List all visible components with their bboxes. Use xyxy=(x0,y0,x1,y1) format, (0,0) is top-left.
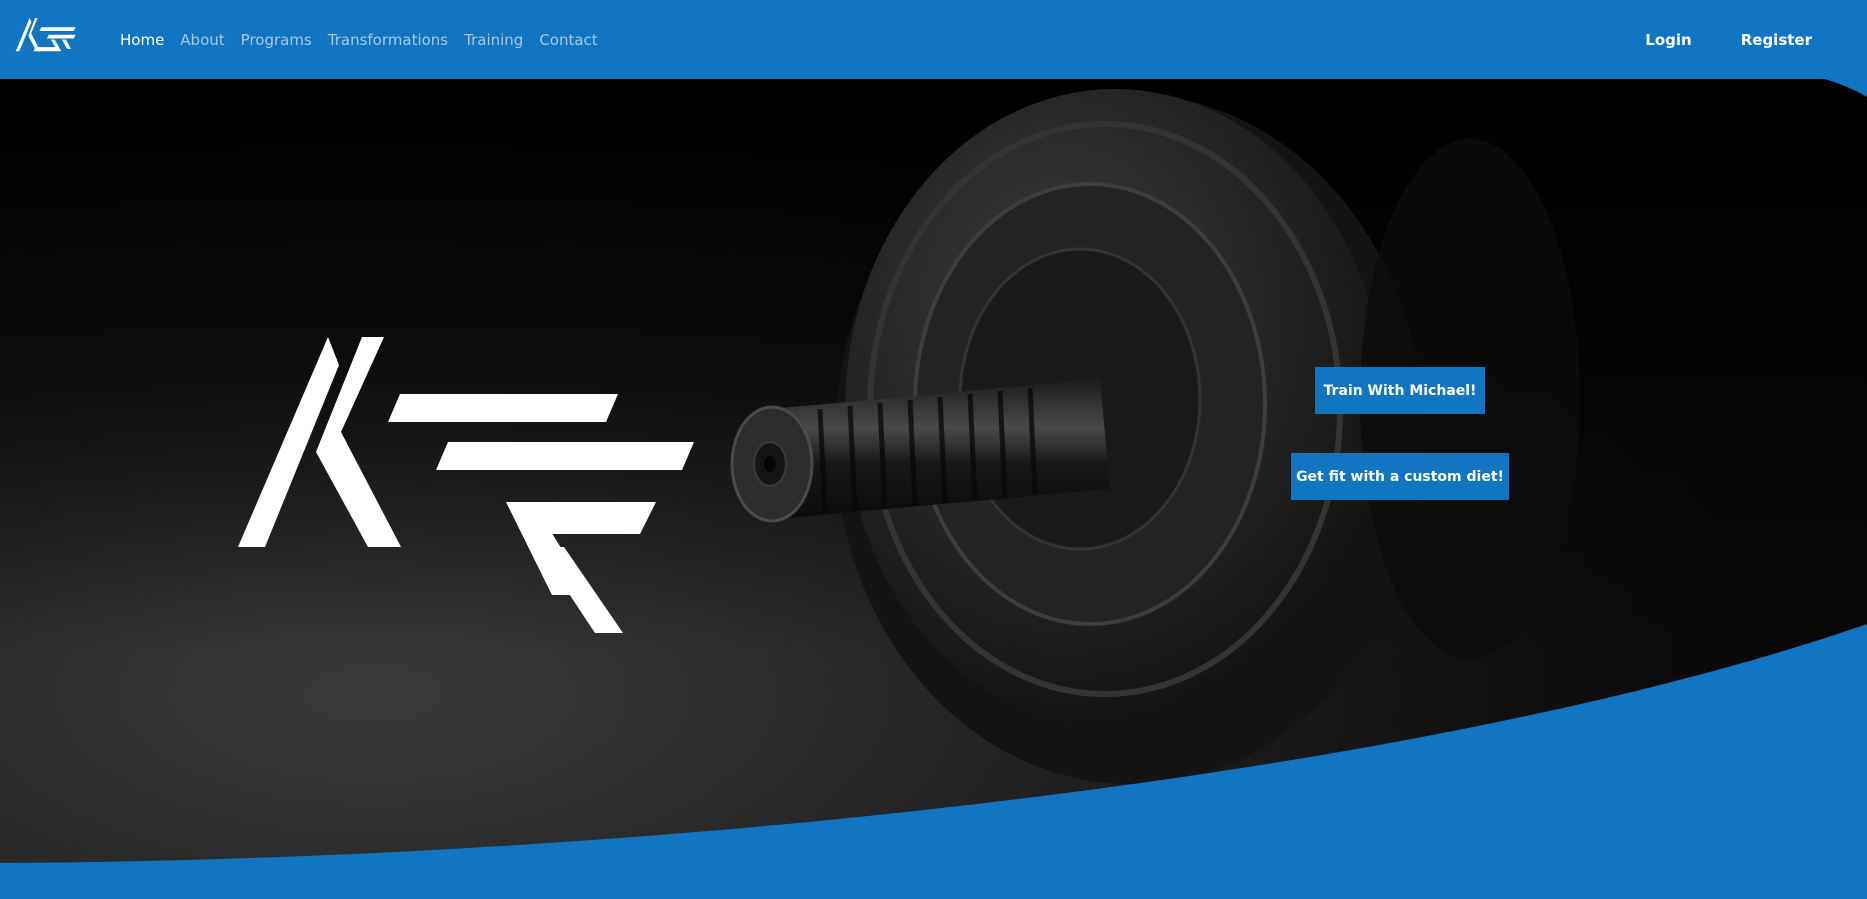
nav-link-training[interactable]: Training xyxy=(464,31,523,49)
custom-diet-button[interactable]: Get fit with a custom diet! xyxy=(1291,453,1509,500)
register-link[interactable]: Register xyxy=(1741,31,1812,49)
nav-link-about[interactable]: About xyxy=(180,31,224,49)
auth-links: Login Register xyxy=(1596,0,1812,79)
page: Home About Programs Transformations Trai… xyxy=(0,0,1867,899)
train-with-michael-button[interactable]: Train With Michael! xyxy=(1315,367,1485,414)
msf-hero-logo-icon xyxy=(238,337,694,633)
nav-link-home[interactable]: Home xyxy=(120,31,164,49)
nav-link-contact[interactable]: Contact xyxy=(539,31,597,49)
top-navbar: Home About Programs Transformations Trai… xyxy=(0,0,1867,79)
nav-link-programs[interactable]: Programs xyxy=(241,31,312,49)
nav-links: Home About Programs Transformations Trai… xyxy=(120,0,614,79)
login-link[interactable]: Login xyxy=(1645,31,1691,49)
msf-logo-icon[interactable] xyxy=(14,18,78,60)
hero-section: Train With Michael! Get fit with a custo… xyxy=(0,79,1867,899)
nav-link-transformations[interactable]: Transformations xyxy=(328,31,448,49)
